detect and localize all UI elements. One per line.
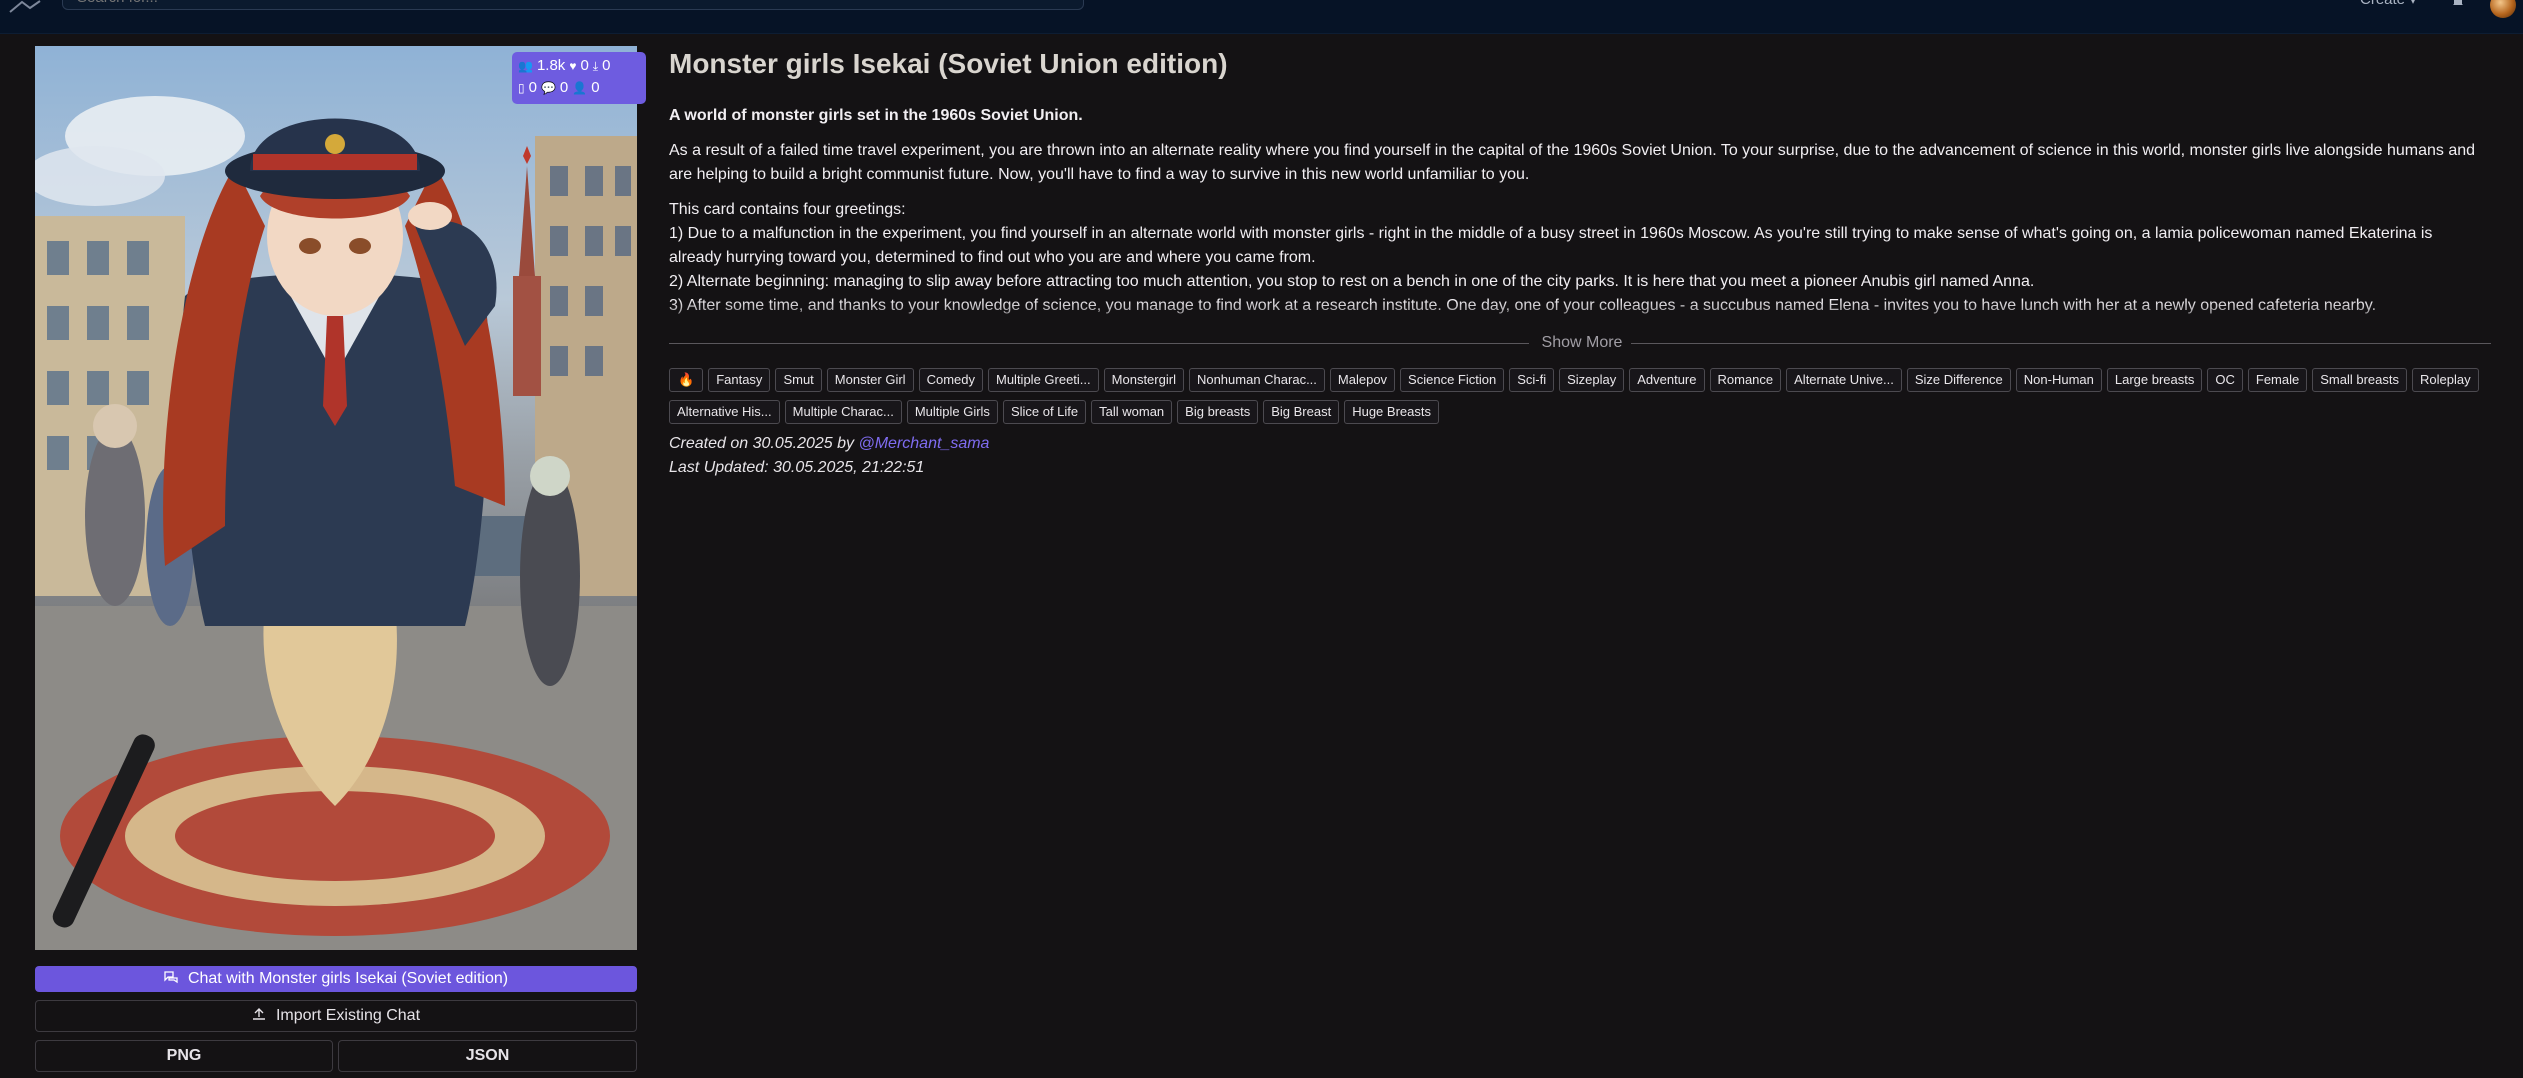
tag[interactable]: Multiple Greeti... — [988, 368, 1099, 392]
character-illustration — [35, 96, 637, 950]
tag[interactable]: Monster Girl — [826, 368, 914, 392]
downloads-count: 0 — [602, 57, 611, 74]
tag[interactable]: Multiple Girls — [906, 400, 998, 424]
tag[interactable]: Roleplay — [2411, 368, 2479, 392]
tag[interactable]: Adventure — [1629, 368, 1705, 392]
download-icon: ⤓ — [592, 59, 599, 73]
search-bar[interactable] — [62, 0, 1084, 10]
tag[interactable]: OC — [2207, 368, 2243, 392]
created-date: Created on 30.05.2025 by — [669, 435, 859, 452]
users-icon: 👥 — [518, 59, 533, 73]
png-button-label: PNG — [166, 1047, 202, 1064]
tag[interactable]: Romance — [1709, 368, 1782, 392]
tag-nsfw-fire[interactable]: 🔥 — [669, 368, 704, 392]
create-menu-button[interactable]: Create ▾ — [2360, 0, 2417, 10]
tag[interactable]: Female — [2247, 368, 2308, 392]
tag-list: 🔥 Fantasy Smut Monster Girl Comedy Multi… — [669, 368, 2509, 424]
import-button-label: Import Existing Chat — [275, 1007, 421, 1024]
tag[interactable]: Non-Human — [2015, 368, 2102, 392]
card-title: Monster girls Isekai (Soviet Union editi… — [669, 48, 1228, 79]
tag[interactable]: Small breasts — [2312, 368, 2407, 392]
tag[interactable]: Big Breast — [1263, 400, 1340, 424]
description-paragraph: This card contains four greetings: — [669, 201, 906, 218]
show-more-toggle[interactable]: Show More — [669, 333, 2491, 353]
tag[interactable]: Comedy — [918, 368, 983, 392]
card-stats-badge: 👥 1.8k ♥ 0 ⤓ 0 ▯ 0 💬 0 👤 0 — [512, 52, 646, 104]
tokens-count: 0 — [528, 79, 537, 96]
tag[interactable]: Alternative His... — [669, 400, 780, 424]
description-paragraph: As a result of a failed time travel expe… — [669, 142, 2476, 183]
character-card-image — [35, 46, 637, 950]
card-description: A world of monster girls set in the 1960… — [669, 104, 2479, 340]
card-tagline: A world of monster girls set in the 1960… — [669, 107, 1083, 124]
chats-count: 0 — [559, 79, 569, 96]
tag[interactable]: Huge Breasts — [1344, 400, 1439, 424]
card-metadata: Created on 30.05.2025 by @Merchant_sama … — [669, 432, 989, 480]
created-line: Created on 30.05.2025 by @Merchant_sama — [669, 432, 989, 456]
divider — [1631, 343, 2491, 344]
tag[interactable]: Alternate Unive... — [1786, 368, 1902, 392]
tag[interactable]: Tall woman — [1091, 400, 1173, 424]
tag[interactable]: Big breasts — [1177, 400, 1259, 424]
tag[interactable]: Sizeplay — [1559, 368, 1625, 392]
site-logo-icon[interactable] — [8, 0, 44, 14]
tag[interactable]: Smut — [775, 368, 822, 392]
tag[interactable]: Fantasy — [708, 368, 771, 392]
json-button-label: JSON — [465, 1047, 510, 1064]
user-avatar[interactable] — [2490, 0, 2516, 18]
tag[interactable]: Malepov — [1329, 368, 1396, 392]
chat-bubbles-icon: 💬 — [540, 81, 556, 95]
group-icon: 👤 — [572, 81, 588, 95]
tag[interactable]: Monstergirl — [1103, 368, 1184, 392]
last-updated: Last Updated: 30.05.2025, 21:22:51 — [669, 459, 925, 476]
heart-icon: ♥ — [569, 59, 577, 73]
description-paragraph: 2) Alternate beginning: managing to slip… — [669, 273, 2035, 290]
tag[interactable]: Science Fiction — [1400, 368, 1505, 392]
import-existing-chat-button[interactable]: Import Existing Chat — [35, 1000, 637, 1032]
tag[interactable]: Large breasts — [2106, 368, 2203, 392]
bell-icon[interactable] — [2451, 0, 2465, 12]
views-count: 1.8k — [536, 57, 566, 74]
token-icon: ▯ — [518, 81, 525, 95]
tag[interactable]: Size Difference — [1906, 368, 2011, 392]
tag[interactable]: Multiple Charac... — [784, 400, 902, 424]
likes-count: 0 — [580, 57, 589, 74]
upload-icon — [252, 1007, 266, 1026]
users-count: 0 — [591, 79, 600, 96]
search-input[interactable] — [77, 0, 1069, 6]
chat-icon — [164, 970, 178, 989]
show-more-label[interactable]: Show More — [1539, 333, 1625, 353]
author-link[interactable]: @Merchant_sama — [858, 435, 989, 452]
tag[interactable]: Nonhuman Charac... — [1188, 368, 1325, 392]
tag[interactable]: Slice of Life — [1002, 400, 1087, 424]
chat-button-label: Chat with Monster girls Isekai (Soviet e… — [187, 970, 509, 987]
download-json-button[interactable]: JSON — [338, 1040, 637, 1072]
description-paragraph: 1) Due to a malfunction in the experimen… — [669, 225, 2433, 266]
download-png-button[interactable]: PNG — [35, 1040, 333, 1072]
chat-with-character-button[interactable]: Chat with Monster girls Isekai (Soviet e… — [35, 966, 637, 992]
tag[interactable]: Sci-fi — [1509, 368, 1555, 392]
top-navigation-bar: Create ▾ — [0, 0, 2523, 34]
divider — [669, 343, 1529, 344]
